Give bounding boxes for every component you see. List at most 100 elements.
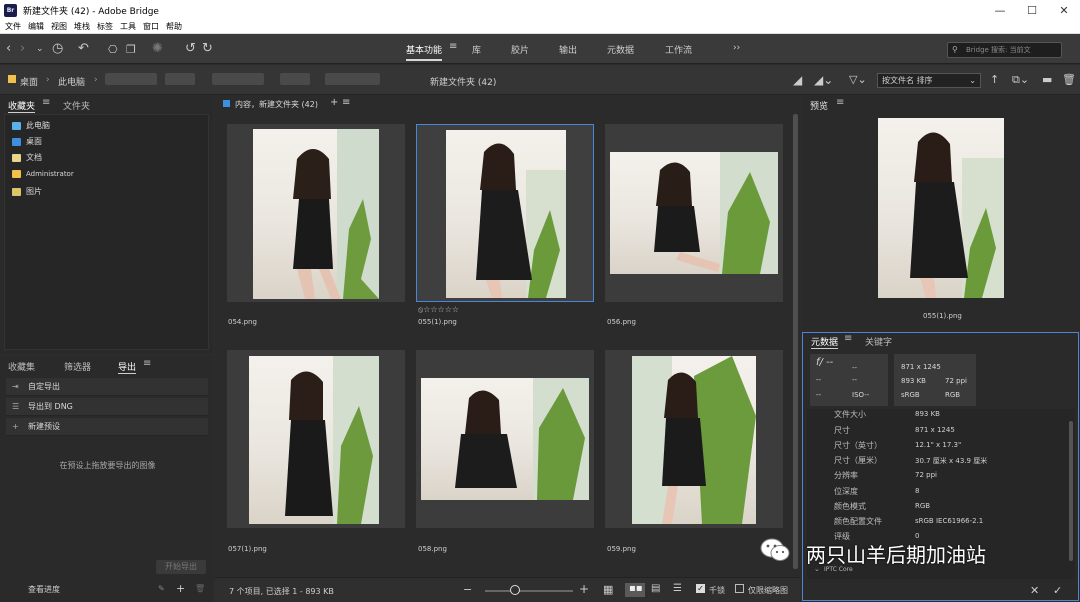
menu-stack[interactable]: 堆栈	[74, 21, 90, 32]
zoom-in-icon[interactable]: +	[579, 582, 589, 596]
thumbnail-image	[632, 356, 756, 524]
tab-keywords[interactable]: 关键字	[865, 335, 892, 348]
menu-window[interactable]: 窗口	[143, 21, 159, 32]
thumbnails-only-checkbox[interactable]	[735, 584, 744, 593]
workspace-menu-icon[interactable]: ≡	[449, 41, 457, 52]
rotate-right-icon[interactable]: ↻	[202, 41, 213, 56]
panel-menu-icon[interactable]: ≡	[342, 97, 350, 108]
tab-preview[interactable]: 预览	[810, 99, 828, 112]
workspace-metadata-tab[interactable]: 元数据	[607, 43, 634, 56]
view-progress-label[interactable]: 查看进度	[28, 584, 60, 595]
tab-folders[interactable]: 文件夹	[63, 99, 90, 112]
search-input[interactable]: Bridge 搜索: 当前文	[947, 42, 1062, 58]
exif-color-profile: sRGB	[901, 391, 920, 399]
workspace-workflow-tab[interactable]: 工作流	[665, 43, 692, 56]
delete-icon[interactable]: 🗑	[1062, 73, 1076, 86]
menu-label[interactable]: 标签	[97, 21, 113, 32]
new-folder-icon[interactable]: ▬	[1042, 73, 1052, 86]
thumbnail-filename[interactable]: 058.png	[418, 545, 447, 553]
export-to-dng[interactable]: ☰ 导出到 DNG	[6, 398, 208, 416]
camera-import-icon[interactable]: ⎔	[108, 43, 118, 56]
exif-value: --	[816, 376, 822, 384]
content-scrollbar[interactable]	[793, 114, 798, 569]
breadcrumb-desktop[interactable]: 桌面	[20, 75, 38, 88]
thumbnail-filename[interactable]: 059.png	[607, 545, 636, 553]
rating-stars[interactable]: ⦸☆☆☆☆☆	[418, 305, 459, 315]
return-icon[interactable]: ↶	[78, 41, 89, 56]
tab-collections[interactable]: 收藏集	[8, 360, 35, 373]
thumbnail-cell[interactable]	[227, 350, 405, 528]
menu-file[interactable]: 文件	[5, 21, 21, 32]
lock-checkbox[interactable]: ✓	[696, 584, 705, 593]
favorite-administrator[interactable]: Administrator	[12, 170, 74, 178]
list-view-icon[interactable]: ☰	[673, 583, 682, 594]
menu-tools[interactable]: 工具	[120, 21, 136, 32]
sort-select[interactable]: 按文件名 排序 ⌄	[877, 73, 981, 88]
filter-icon[interactable]: ▽⌄	[849, 73, 867, 86]
add-icon[interactable]: +	[176, 582, 185, 595]
thumbnail-size-slider[interactable]	[485, 590, 573, 592]
open-in-camera-raw-icon[interactable]: ✺	[152, 41, 163, 56]
minimize-button[interactable]: —	[984, 0, 1016, 20]
favorite-pictures[interactable]: 图片	[12, 186, 42, 197]
refine-icon[interactable]: ❐	[126, 43, 136, 56]
panel-menu-icon[interactable]: ≡	[844, 333, 852, 344]
cancel-metadata-button[interactable]: ✕	[1030, 584, 1039, 597]
thumbnail-cell[interactable]	[227, 124, 405, 302]
scrollbar-thumb[interactable]	[793, 114, 798, 569]
workspace-output-tab[interactable]: 输出	[559, 43, 577, 56]
thumbnail-cell[interactable]	[416, 350, 594, 528]
rotate-left-icon[interactable]: ↺	[185, 41, 196, 56]
thumbnail-cell[interactable]	[605, 350, 783, 528]
thumbnail-filename[interactable]: 055(1).png	[418, 318, 457, 326]
export-row-label: 导出到 DNG	[28, 402, 73, 411]
close-button[interactable]: ✕	[1048, 0, 1080, 20]
export-custom[interactable]: ⇥ 自定导出	[6, 378, 208, 396]
start-export-button[interactable]: 开始导出	[156, 560, 206, 574]
tab-filter[interactable]: 筛选器	[64, 360, 91, 373]
workspace-filmstrip-tab[interactable]: 胶片	[511, 43, 529, 56]
photo-figure	[293, 129, 379, 299]
menu-edit[interactable]: 编辑	[28, 21, 44, 32]
tab-metadata[interactable]: 元数据	[811, 335, 839, 349]
view-thumbnails-button[interactable]: ▪▪	[625, 583, 645, 597]
thumbnail-cell-selected[interactable]	[416, 124, 594, 302]
favorite-this-pc[interactable]: 此电脑	[12, 120, 50, 131]
recent-history-icon[interactable]: ◷	[52, 41, 63, 56]
workspace-library-tab[interactable]: 库	[472, 43, 481, 56]
edit-icon[interactable]: ✎	[158, 584, 165, 593]
details-view-icon[interactable]: ▤	[651, 583, 660, 594]
panel-menu-icon[interactable]: ≡	[42, 97, 50, 108]
workspace-essentials-tab[interactable]: 基本功能	[406, 43, 443, 61]
add-icon[interactable]: +	[330, 97, 338, 108]
quality-icon[interactable]: ◢	[793, 73, 802, 87]
back-icon[interactable]: ‹	[6, 41, 11, 56]
maximize-button[interactable]: ☐	[1016, 0, 1048, 20]
menu-view[interactable]: 视图	[51, 21, 67, 32]
favorite-documents[interactable]: 文档	[12, 152, 42, 163]
apply-metadata-button[interactable]: ✓	[1053, 584, 1062, 597]
grid-lock-icon[interactable]: ▦	[603, 583, 613, 596]
tab-favorites[interactable]: 收藏夹	[8, 99, 36, 113]
metadata-scrollbar[interactable]	[1069, 421, 1073, 561]
trash-icon[interactable]: 🗑	[195, 584, 205, 593]
menu-help[interactable]: 帮助	[166, 21, 182, 32]
panel-menu-icon[interactable]: ≡	[836, 97, 844, 108]
chevron-down-icon[interactable]: ⌄	[36, 44, 44, 54]
slider-handle[interactable]	[510, 585, 520, 595]
thumbnail-filename[interactable]: 056.png	[607, 318, 636, 326]
sort-direction-icon[interactable]: ↑	[990, 73, 999, 86]
workspace-more-icon[interactable]: ››	[733, 43, 740, 53]
zoom-out-icon[interactable]: −	[463, 583, 472, 596]
rating-filter-icon[interactable]: ◢⌄	[814, 73, 833, 87]
breadcrumb-this-pc[interactable]: 此电脑	[58, 75, 85, 88]
favorite-desktop[interactable]: 桌面	[12, 136, 42, 147]
thumbnail-filename[interactable]: 057(1).png	[228, 545, 267, 553]
open-recent-icon[interactable]: ⧉⌄	[1012, 73, 1029, 87]
tab-export[interactable]: 导出	[118, 360, 137, 374]
new-preset[interactable]: + 新建预设	[6, 418, 208, 436]
panel-menu-icon[interactable]: ≡	[143, 358, 151, 369]
forward-icon[interactable]: ›	[20, 41, 25, 56]
thumbnail-filename[interactable]: 054.png	[228, 318, 257, 326]
thumbnail-cell[interactable]	[605, 124, 783, 302]
